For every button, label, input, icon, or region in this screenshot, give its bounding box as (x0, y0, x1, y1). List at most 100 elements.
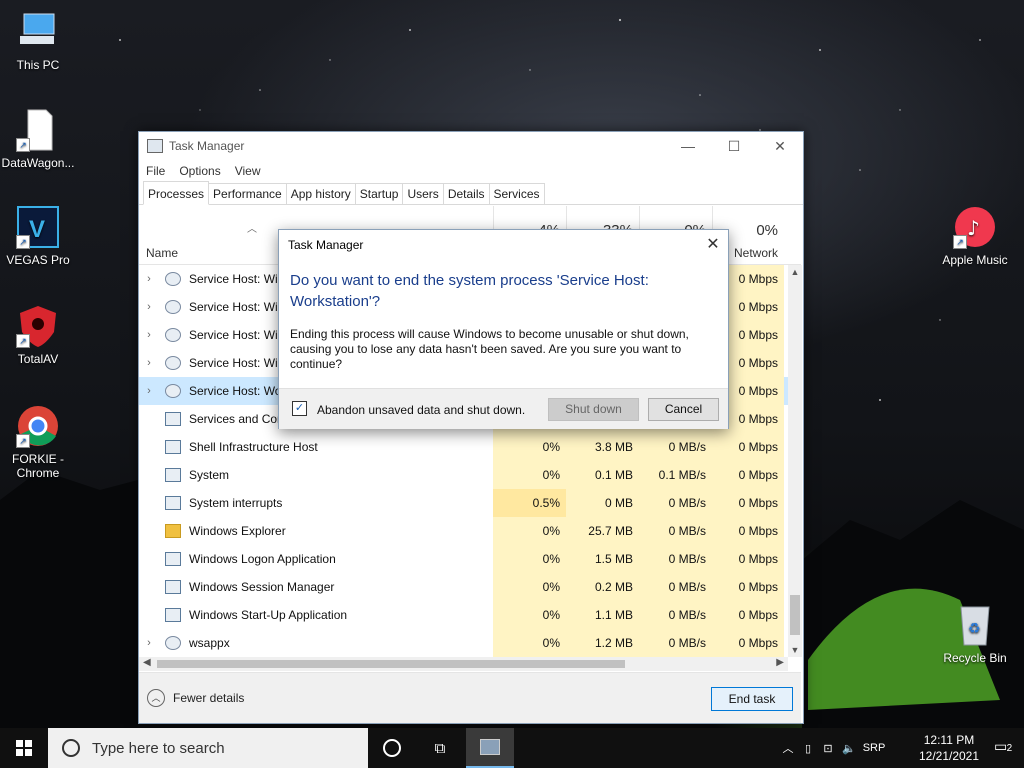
chevron-right-icon[interactable]: › (139, 301, 159, 313)
volume-muted-icon[interactable]: 🔈 (838, 742, 860, 755)
close-button[interactable]: ✕ (757, 132, 803, 160)
tab-performance[interactable]: Performance (208, 183, 287, 204)
action-center-button[interactable]: ▭ 2 (994, 738, 1016, 756)
vertical-scrollbar[interactable]: ▲ ▼ (788, 265, 802, 657)
tab-users[interactable]: Users (402, 183, 444, 204)
taskbar-search-box[interactable]: Type here to search (48, 728, 368, 768)
abandon-data-checkbox[interactable]: ✓ (292, 401, 307, 416)
shortcut-arrow-icon: ↗ (16, 138, 30, 152)
process-name: Service Host: Wo (189, 384, 282, 398)
cortana-circle-icon (383, 739, 401, 757)
tab-services[interactable]: Services (488, 183, 545, 204)
start-button[interactable] (0, 728, 48, 768)
menu-bar: File Options View (139, 160, 803, 182)
process-row[interactable]: Windows Start-Up Application 0% 1.1 MB 0 MB… (139, 601, 789, 629)
cpu-cell: 0% (493, 433, 566, 461)
process-row[interactable]: › wsappx 0% 1.2 MB 0 MB/s 0 Mbps (139, 629, 789, 657)
gear-icon (165, 272, 181, 286)
chevron-right-icon[interactable]: › (139, 357, 159, 369)
task-view-button[interactable]: ⧉ (416, 728, 464, 768)
disk-cell: 0 MB/s (639, 545, 712, 573)
clock[interactable]: 12:11 PM 12/21/2021 (914, 732, 984, 764)
dialog-close-button[interactable]: ✕ (698, 230, 728, 260)
windows-logo-icon (16, 740, 32, 756)
desktop-icon-label: Recycle Bin (943, 651, 1007, 665)
window-icon (165, 580, 181, 594)
disk-cell: 0 MB/s (639, 489, 712, 517)
menu-view[interactable]: View (235, 164, 261, 178)
shortcut-arrow-icon: ↗ (16, 334, 30, 348)
memory-cell: 1.5 MB (566, 545, 639, 573)
scroll-down-icon[interactable]: ▼ (788, 645, 802, 655)
taskbar-task-manager[interactable] (466, 728, 514, 768)
tab-details[interactable]: Details (442, 183, 490, 204)
desktop-icon-datawagon[interactable]: ↗ DataWagon... (0, 108, 76, 170)
task-view-icon: ⧉ (434, 739, 446, 757)
cpu-cell: 0% (493, 461, 566, 489)
disk-cell: 0 MB/s (639, 629, 712, 657)
process-row[interactable]: System 0% 0.1 MB 0.1 MB/s 0 Mbps (139, 461, 789, 489)
battery-icon[interactable]: ▯ (798, 742, 818, 755)
dialog-title[interactable]: Task Manager (279, 230, 728, 260)
notification-icon: ▭ (994, 738, 1008, 754)
window-controls: — ☐ ✕ (665, 132, 803, 160)
tab-processes[interactable]: Processes (143, 181, 210, 205)
process-row[interactable]: Windows Session Manager 0% 0.2 MB 0 MB/s 0 M… (139, 573, 789, 601)
cpu-cell: 0% (493, 545, 566, 573)
scroll-thumb[interactable] (790, 595, 800, 635)
cortana-button[interactable] (368, 728, 416, 768)
menu-file[interactable]: File (146, 164, 165, 178)
network-cell: 0 Mbps (712, 601, 784, 629)
minimize-button[interactable]: — (665, 132, 711, 160)
process-row[interactable]: Windows Logon Application 0% 1.5 MB 0 MB/s 0… (139, 545, 789, 573)
memory-cell: 0.2 MB (566, 573, 639, 601)
desktop-icon-recycle-bin[interactable]: ♻ Recycle Bin (937, 603, 1013, 665)
footer-bar: ︿ Fewer details End task (139, 672, 801, 723)
desktop-icon-label: DataWagon... (1, 156, 75, 170)
menu-options[interactable]: Options (179, 164, 220, 178)
chevron-right-icon[interactable]: › (139, 273, 159, 285)
scroll-thumb[interactable] (157, 660, 625, 668)
show-hidden-icons-chevron-icon[interactable]: ︿ (778, 740, 798, 756)
end-process-dialog: Task Manager ✕ Do you want to end the sy… (278, 229, 729, 429)
network-icon[interactable]: ⊡ (818, 742, 838, 755)
chevron-right-icon[interactable]: › (139, 385, 159, 397)
shield-icon: ↗ (16, 304, 60, 348)
column-name[interactable]: Name (146, 246, 178, 260)
abandon-data-label[interactable]: Abandon unsaved data and shut down. (317, 403, 525, 417)
process-name: Windows Start-Up Application (189, 608, 348, 622)
desktop-icon-apple-music[interactable]: ♪ ↗ Apple Music (937, 205, 1013, 267)
process-row[interactable]: Windows Explorer 0% 25.7 MB 0 MB/s 0 Mbps (139, 517, 789, 545)
scroll-left-icon[interactable]: ◀ (143, 657, 151, 668)
cancel-button[interactable]: Cancel (648, 398, 719, 421)
network-cell: 0 Mbps (712, 489, 784, 517)
horizontal-scrollbar[interactable]: ◀ ▶ (139, 657, 788, 671)
language-indicator[interactable]: SRP (860, 742, 888, 754)
scroll-up-icon[interactable]: ▲ (788, 267, 802, 277)
process-name: Windows Explorer (189, 524, 286, 538)
cpu-cell: 0% (493, 573, 566, 601)
fewer-details-link[interactable]: ︿ Fewer details (147, 689, 244, 707)
process-row[interactable]: System interrupts 0.5% 0 MB 0 MB/s 0 Mbps (139, 489, 789, 517)
chevron-right-icon[interactable]: › (139, 637, 159, 649)
desktop-icon-totalav[interactable]: ↗ TotalAV (0, 304, 76, 366)
process-name: System interrupts (189, 496, 283, 510)
maximize-button[interactable]: ☐ (711, 132, 757, 160)
chevron-right-icon[interactable]: › (139, 329, 159, 341)
desktop-icon-vegas-pro[interactable]: V ↗ VEGAS Pro (0, 205, 76, 267)
scroll-right-icon[interactable]: ▶ (776, 657, 784, 668)
desktop-icon-forkie-chrome[interactable]: ↗ FORKIE - Chrome (0, 404, 76, 480)
disk-cell: 0 MB/s (639, 601, 712, 629)
clock-date: 12/21/2021 (918, 749, 980, 763)
end-task-button[interactable]: End task (711, 687, 793, 711)
process-row[interactable]: Shell Infrastructure Host 0% 3.8 MB 0 MB/s 0… (139, 433, 789, 461)
process-name: Service Host: Wir (189, 272, 282, 286)
gear-icon (165, 300, 181, 314)
gear-icon (165, 384, 181, 398)
tab-startup[interactable]: Startup (354, 183, 404, 204)
window-icon (165, 440, 181, 454)
notification-count: 2 (1006, 743, 1013, 754)
tab-app-history[interactable]: App history (285, 183, 356, 204)
shut-down-button[interactable]: Shut down (548, 398, 639, 421)
desktop-icon-this-pc[interactable]: This PC (0, 10, 76, 72)
